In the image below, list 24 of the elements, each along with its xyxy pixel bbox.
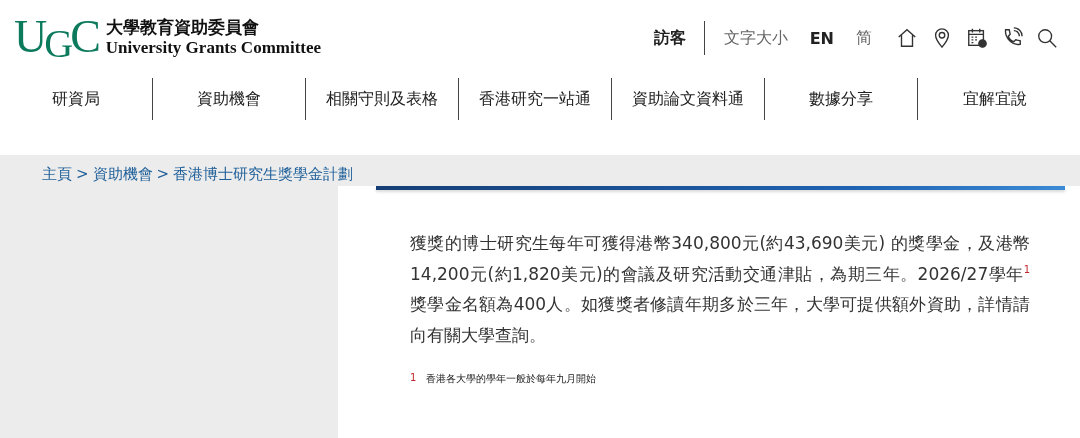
breadcrumb-link[interactable]: 香港博士研究生獎學金計劃	[173, 164, 354, 184]
font-size-link[interactable]: 文字大小	[712, 27, 799, 49]
visitor-link[interactable]: 訪客	[642, 21, 705, 55]
nav-tab[interactable]: 宜解宜說	[918, 78, 1071, 120]
breadcrumb-separator: >	[76, 165, 89, 183]
organization-name: 大學教育資助委員會	[105, 18, 260, 38]
language-link[interactable]: 简	[845, 27, 883, 49]
breadcrumb-link[interactable]: 資助機會	[92, 164, 153, 184]
nav-tab[interactable]: 研資局	[0, 78, 153, 120]
paragraph: 獲獎的博士研究生每年可獲得港幣340,800元(約43,690美元) 的獎學金，及港幣14,200元(約1,820美元)的會議及研究活動交通津貼，為期三年。2026/27學年$^{1}$ 獎學金名額為400人。如獲獎者修讀年期多於三年，大學可提供額外資助，詳情請向有關大學查詢。	[410, 232, 1030, 347]
nav-tab[interactable]: 資助論文資料通	[612, 78, 765, 120]
home-icon[interactable]	[896, 27, 918, 49]
footnote-mark: 1	[410, 372, 417, 385]
breadcrumb-link[interactable]: 主頁	[42, 164, 72, 184]
nav-tab[interactable]: 資助機會	[153, 78, 306, 120]
calendar-icon[interactable]	[966, 27, 988, 49]
footnote-text: 香港各大學的學年一般於每年九月開始	[426, 372, 597, 386]
nav-tab[interactable]: 香港研究一站通	[459, 78, 612, 120]
language-link[interactable]: EN	[798, 28, 845, 48]
nav-tab[interactable]: 相關守則及表格	[306, 78, 459, 120]
nav-tab[interactable]: 數據分享	[765, 78, 918, 120]
search-icon[interactable]	[1036, 27, 1058, 49]
organization-name: University Grants Committee	[105, 38, 322, 58]
breadcrumb-separator: >	[156, 165, 170, 183]
